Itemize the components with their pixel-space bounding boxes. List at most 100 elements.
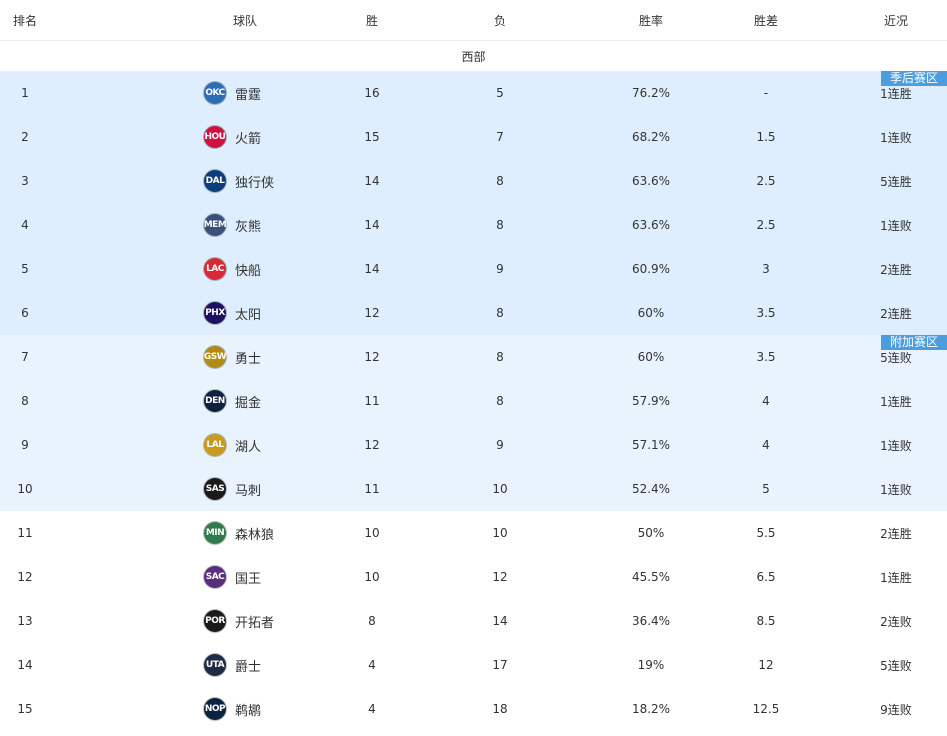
- conference-label: 西部: [461, 49, 486, 64]
- win-pct-cell: 36.4%: [631, 614, 671, 628]
- rank-cell: 5: [21, 262, 29, 276]
- table-row[interactable]: 5 LAC 快船 14 9 60.9% 3 2连胜: [0, 247, 947, 291]
- win-pct-cell: 57.1%: [631, 438, 671, 452]
- team-name[interactable]: 国王: [235, 568, 261, 587]
- team-logo-icon: MIN: [204, 522, 226, 544]
- team-name[interactable]: 鹈鹕: [235, 700, 261, 719]
- team-cell[interactable]: DEN 掘金: [50, 390, 350, 412]
- rank-cell: 15: [17, 702, 33, 716]
- header-team: 球队: [233, 13, 258, 28]
- games-behind-cell: 4: [762, 438, 770, 452]
- streak-cell: 1连胜: [880, 394, 912, 409]
- team-name[interactable]: 雷霆: [235, 84, 261, 103]
- team-cell[interactable]: UTA 爵士: [50, 654, 350, 676]
- streak-cell: 1连败: [880, 438, 912, 453]
- table-row[interactable]: 7 GSW 勇士 12 8 60% 3.5 5连败 附加赛区: [0, 335, 947, 379]
- team-cell[interactable]: GSW 勇士: [50, 346, 350, 368]
- win-pct-cell: 68.2%: [631, 130, 671, 144]
- team-cell[interactable]: HOU 火箭: [50, 126, 350, 148]
- team-name[interactable]: 火箭: [235, 128, 261, 147]
- team-cell[interactable]: SAC 国王: [50, 566, 350, 588]
- table-row[interactable]: 4 MEM 灰熊 14 8 63.6% 2.5 1连败: [0, 203, 947, 247]
- rank-cell: 6: [21, 306, 29, 320]
- table-row[interactable]: 2 HOU 火箭 15 7 68.2% 1.5 1连败: [0, 115, 947, 159]
- wins-cell: 14: [364, 218, 380, 232]
- playoff-zone-tag: 季后赛区: [880, 71, 947, 86]
- wins-cell: 8: [368, 614, 376, 628]
- table-row[interactable]: 1 OKC 雷霆 16 5 76.2% - 1连胜 季后赛区: [0, 71, 947, 115]
- games-behind-cell: 3: [762, 262, 770, 276]
- header-win-pct: 胜率: [638, 13, 663, 28]
- streak-cell: 2连胜: [880, 526, 912, 541]
- rank-cell: 3: [21, 174, 29, 188]
- team-cell[interactable]: DAL 独行侠: [50, 170, 350, 192]
- team-cell[interactable]: POR 开拓者: [50, 610, 350, 632]
- team-cell[interactable]: OKC 雷霆: [50, 82, 350, 104]
- streak-cell: 5连败: [880, 658, 912, 673]
- win-pct-cell: 52.4%: [631, 482, 671, 496]
- table-row[interactable]: 13 POR 开拓者 8 14 36.4% 8.5 2连败: [0, 599, 947, 643]
- team-cell[interactable]: PHX 太阳: [50, 302, 350, 324]
- team-cell[interactable]: SAS 马刺: [50, 478, 350, 500]
- losses-cell: 17: [492, 658, 508, 672]
- games-behind-cell: -: [763, 86, 769, 100]
- rank-cell: 12: [17, 570, 33, 584]
- win-pct-cell: 60%: [637, 306, 665, 320]
- rank-cell: 4: [21, 218, 29, 232]
- win-pct-cell: 76.2%: [631, 86, 671, 100]
- team-name[interactable]: 快船: [235, 260, 261, 279]
- table-row[interactable]: 14 UTA 爵士 4 17 19% 12 5连败: [0, 643, 947, 687]
- team-logo-icon: UTA: [204, 654, 226, 676]
- team-name[interactable]: 太阳: [235, 304, 261, 323]
- losses-cell: 8: [496, 394, 504, 408]
- standings-table-body: 1 OKC 雷霆 16 5 76.2% -1连胜 季后赛区 2 HOU 火箭 15 7 68.2% 1.5 1…: [0, 71, 947, 731]
- wins-cell: 10: [364, 570, 380, 584]
- losses-cell: 10: [492, 482, 508, 496]
- team-name[interactable]: 马刺: [235, 480, 261, 499]
- team-logo-icon: GSW: [204, 346, 227, 368]
- games-behind-cell: 4: [762, 394, 770, 408]
- games-behind-cell: 12: [758, 658, 774, 672]
- games-behind-cell: 1.5: [756, 130, 776, 144]
- team-logo-icon: SAS: [204, 478, 226, 500]
- team-name[interactable]: 森林狼: [235, 524, 274, 543]
- standings-page: 排名 球队 胜 负 胜率 胜差 近况 西部 1 OKC 雷霆 16 5 76.2% - 1连胜…: [0, 0, 947, 736]
- wins-cell: 4: [368, 702, 376, 716]
- table-row[interactable]: 15 NOP 鹈鹕 4 18 18.2% 12.5 9连败: [0, 687, 947, 731]
- team-logo-icon: LAC: [204, 258, 226, 280]
- losses-cell: 8: [496, 218, 504, 232]
- team-name[interactable]: 独行侠: [235, 172, 274, 191]
- losses-cell: 12: [492, 570, 508, 584]
- team-name[interactable]: 湖人: [235, 436, 261, 455]
- team-logo-icon: LAL: [204, 434, 226, 456]
- conference-label-row: 西部: [0, 41, 947, 71]
- games-behind-cell: 2.5: [756, 174, 776, 188]
- header-rank: 排名: [12, 13, 37, 28]
- table-row[interactable]: 8 DEN 掘金 11 8 57.9% 4 1连胜: [0, 379, 947, 423]
- team-cell[interactable]: MEM 灰熊: [50, 214, 350, 236]
- team-name[interactable]: 掘金: [235, 392, 261, 411]
- team-cell[interactable]: MIN 森林狼: [50, 522, 350, 544]
- header-games-behind: 胜差: [753, 13, 778, 28]
- team-name[interactable]: 爵士: [235, 656, 261, 675]
- table-row[interactable]: 10 SAS 马刺 11 10 52.4% 5 1连败: [0, 467, 947, 511]
- team-cell[interactable]: LAC 快船: [50, 258, 350, 280]
- rank-cell: 7: [21, 350, 29, 364]
- table-row[interactable]: 6 PHX 太阳 12 8 60% 3.5 2连胜: [0, 291, 947, 335]
- losses-cell: 8: [496, 174, 504, 188]
- team-name[interactable]: 开拓者: [235, 612, 274, 631]
- team-cell[interactable]: LAL 湖人: [50, 434, 350, 456]
- team-name[interactable]: 灰熊: [235, 216, 261, 235]
- win-pct-cell: 60.9%: [631, 262, 671, 276]
- table-row[interactable]: 9 LAL 湖人 12 9 57.1% 4 1连败: [0, 423, 947, 467]
- table-row[interactable]: 12 SAC 国王 10 12 45.5% 6.5 1连胜: [0, 555, 947, 599]
- table-row[interactable]: 11 MIN 森林狼 10 10 50% 5.5 2连胜: [0, 511, 947, 555]
- rank-cell: 8: [21, 394, 29, 408]
- win-pct-cell: 19%: [637, 658, 665, 672]
- games-behind-cell: 12.5: [752, 702, 780, 716]
- team-name[interactable]: 勇士: [235, 348, 261, 367]
- table-row[interactable]: 3 DAL 独行侠 14 8 63.6% 2.5 5连胜: [0, 159, 947, 203]
- team-cell[interactable]: NOP 鹈鹕: [50, 698, 350, 720]
- playin-zone-tag: 附加赛区: [880, 335, 947, 350]
- wins-cell: 12: [364, 350, 380, 364]
